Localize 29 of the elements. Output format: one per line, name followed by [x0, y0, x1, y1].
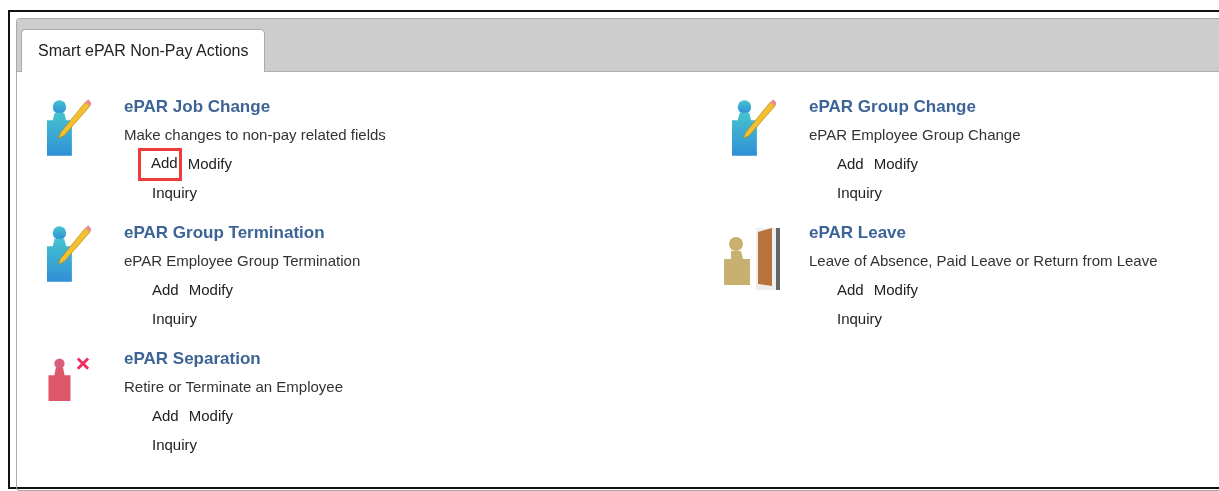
action-link[interactable]: Add — [148, 403, 183, 429]
action-link[interactable]: Modify — [184, 277, 237, 303]
action-link[interactable]: Inquiry — [833, 180, 887, 206]
action-link[interactable]: Add — [148, 277, 183, 303]
action-description: ePAR Employee Group Change — [809, 125, 1021, 145]
action-title-link[interactable]: ePAR Leave — [809, 222, 1158, 244]
action-link[interactable]: Modify — [869, 277, 922, 303]
person-with-pencil-icon — [47, 224, 91, 282]
action-title-link[interactable]: ePAR Job Change — [124, 96, 386, 118]
action-link[interactable]: Inquiry — [148, 180, 202, 206]
action-link[interactable]: Add — [138, 148, 182, 181]
action-link[interactable]: Add — [833, 151, 868, 177]
person-with-pencil-icon — [732, 98, 776, 156]
action-title-link[interactable]: ePAR Separation — [124, 348, 343, 370]
action-link[interactable]: Modify — [184, 403, 237, 429]
action-link[interactable]: Inquiry — [833, 306, 887, 332]
tab[interactable]: Smart ePAR Non-Pay Actions — [21, 29, 266, 72]
action-link[interactable]: Add — [833, 277, 868, 303]
action-title-link[interactable]: ePAR Group Change — [809, 96, 1021, 118]
person-with-pencil-icon — [47, 98, 91, 156]
action-link[interactable]: Inquiry — [148, 432, 202, 458]
action-link[interactable]: Modify — [869, 151, 922, 177]
action-link[interactable]: Modify — [183, 151, 236, 177]
action-description: Make changes to non-pay related fields — [124, 125, 386, 145]
action-description: Retire or Terminate an Employee — [124, 377, 343, 397]
action-link[interactable]: Inquiry — [148, 306, 202, 332]
action-description: ePAR Employee Group Termination — [124, 251, 361, 271]
action-description: Leave of Absence, Paid Leave or Return from Leave — [809, 251, 1158, 271]
action-title-link[interactable]: ePAR Group Termination — [124, 222, 361, 244]
